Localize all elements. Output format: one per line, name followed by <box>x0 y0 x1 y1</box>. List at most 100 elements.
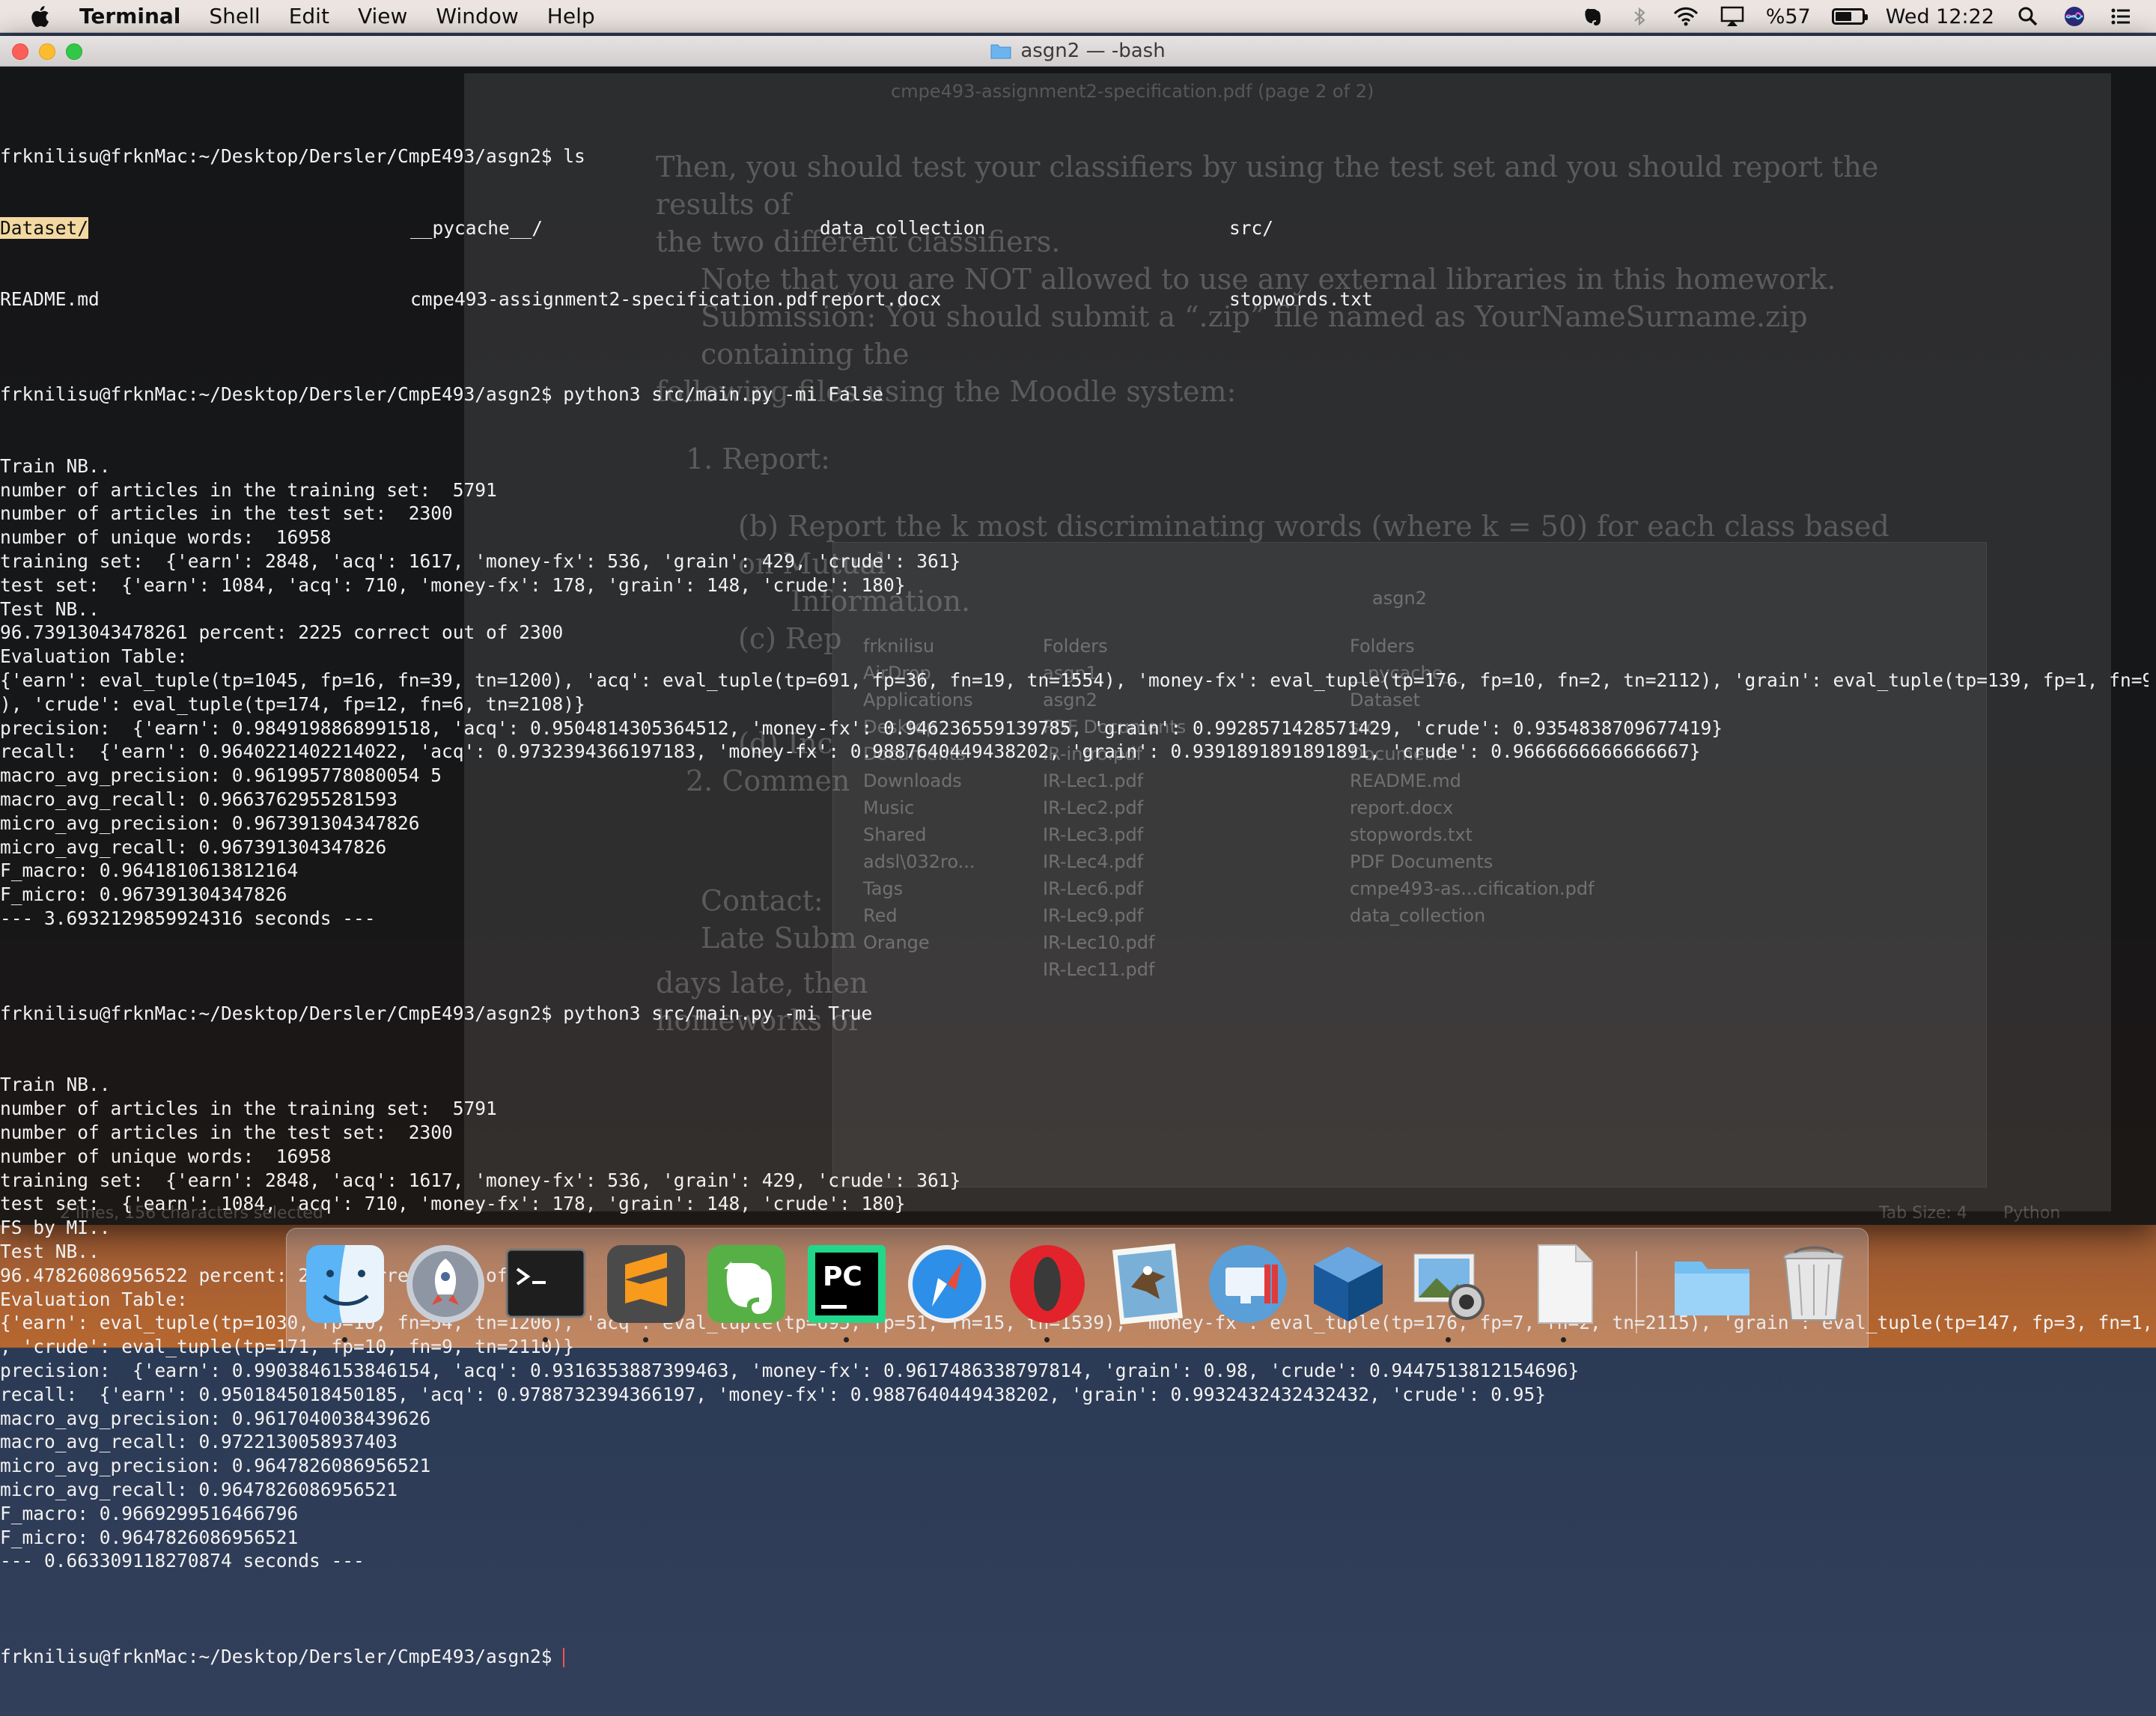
output-line: number of unique words: 16958 <box>0 526 332 549</box>
output-line: --- 0.663309118270874 seconds --- <box>0 1550 365 1572</box>
opera-icon[interactable] <box>1005 1242 1089 1342</box>
downloads-folder-icon[interactable] <box>1670 1242 1754 1326</box>
output-line: micro_avg_recall: 0.967391304347826 <box>0 836 387 858</box>
output-line: number of articles in the training set: … <box>0 1098 497 1120</box>
text-cursor <box>563 1647 565 1667</box>
command-text: python3 src/main.py -mi True <box>563 1002 873 1025</box>
finder-icon[interactable] <box>303 1242 387 1342</box>
migration-assistant-icon[interactable] <box>1206 1242 1290 1326</box>
safari-icon[interactable] <box>905 1242 989 1326</box>
command-line: frknilisu@frknMac:~/Desktop/Dersler/CmpE… <box>0 144 2149 168</box>
notification-center-icon[interactable] <box>2108 5 2134 28</box>
ls-output-row: Dataset/ __pycache__/ data_collection sr… <box>0 216 2149 240</box>
pycharm-label: PC <box>823 1262 862 1292</box>
preview-eagle-icon[interactable] <box>1106 1242 1190 1326</box>
output-line: training set: {'earn': 2848, 'acq': 1617… <box>0 550 961 572</box>
command-line: frknilisu@frknMac:~/Desktop/Dersler/CmpE… <box>0 383 2149 407</box>
command-text: python3 src/main.py -mi False <box>563 383 884 406</box>
output-line: macro_avg_recall: 0.9722130058937403 <box>0 1431 398 1453</box>
prompt: frknilisu@frknMac:~/Desktop/Dersler/CmpE… <box>0 1645 564 1667</box>
output-line: F_macro: 0.9641810613812164 <box>0 859 299 882</box>
status-tab-size: Tab Size: 4 <box>1879 1204 1967 1223</box>
sublime-text-icon[interactable] <box>604 1242 688 1342</box>
evernote-icon[interactable] <box>1580 5 1606 28</box>
virtualbox-icon[interactable] <box>1306 1242 1390 1326</box>
app-menu-terminal[interactable]: Terminal <box>79 4 180 28</box>
dock: PC <box>286 1228 1869 1348</box>
output-line: micro_avg_precision: 0.9647826086956521 <box>0 1455 431 1477</box>
output-line: F_micro: 0.9647826086956521 <box>0 1526 299 1548</box>
output-line: F_micro: 0.967391304347826 <box>0 883 287 906</box>
launchpad-icon[interactable] <box>404 1242 487 1326</box>
background-status-bar: 2 lines, 156 characters selected Tab Siz… <box>0 1204 2156 1225</box>
siri-icon[interactable] <box>2062 5 2087 28</box>
document-icon[interactable] <box>1522 1242 1606 1342</box>
output-line: number of articles in the test set: 2300 <box>0 1122 453 1144</box>
output-line: {'earn': eval_tuple(tp=1045, fp=16, fn=3… <box>0 669 2149 691</box>
active-prompt-line[interactable]: frknilisu@frknMac:~/Desktop/Dersler/CmpE… <box>0 1645 2149 1669</box>
ls-entry: __pycache__/ <box>410 216 543 239</box>
output-line: Evaluation Table: <box>0 645 188 668</box>
output-line: macro_avg_precision: 0.961995778080054 5 <box>0 764 442 787</box>
bluetooth-icon[interactable] <box>1627 5 1652 28</box>
pycharm-icon[interactable]: PC <box>805 1242 889 1342</box>
output-line: number of articles in the training set: … <box>0 478 497 501</box>
ls-entry: src/ <box>1229 216 1274 239</box>
prompt: frknilisu@frknMac:~/Desktop/Dersler/CmpE… <box>0 145 564 168</box>
prompt: frknilisu@frknMac:~/Desktop/Dersler/CmpE… <box>0 383 564 406</box>
running-indicator <box>1044 1337 1050 1342</box>
minimize-window-button[interactable] <box>39 43 55 60</box>
output-line: Test NB.. <box>0 597 100 620</box>
ls-entry: cmpe493-assignment2-specification.pdf <box>410 288 819 311</box>
terminal-output[interactable]: frknilisu@frknMac:~/Desktop/Dersler/CmpE… <box>0 73 2149 1716</box>
output-line: micro_avg_recall: 0.9647826086956521 <box>0 1479 398 1501</box>
output-line: number of unique words: 16958 <box>0 1145 332 1167</box>
window-titlebar[interactable]: asgn2 — -bash <box>0 36 2156 67</box>
evernote-icon[interactable] <box>704 1242 788 1326</box>
ls-entry: README.md <box>0 288 100 311</box>
output-line: --- 3.6932129859924316 seconds --- <box>0 907 376 929</box>
menu-help[interactable]: Help <box>547 4 595 28</box>
running-indicator <box>543 1337 548 1342</box>
run-output-mi-false: Train NB.. number of articles in the trai… <box>0 454 2149 931</box>
ls-entry: data_collection <box>820 216 986 239</box>
running-indicator <box>342 1337 347 1342</box>
fullscreen-window-button[interactable] <box>66 43 82 60</box>
ls-output-row: README.md cmpe493-assignment2-specificat… <box>0 287 2149 311</box>
running-indicator <box>844 1337 849 1342</box>
output-line: precision: {'earn': 0.9903846153846154, … <box>0 1360 1580 1382</box>
apple-icon[interactable] <box>30 5 49 28</box>
close-window-button[interactable] <box>12 43 28 60</box>
ls-entry-dataset: Dataset/ <box>0 216 89 239</box>
output-line: Train NB.. <box>0 1074 111 1096</box>
output-line: precision: {'earn': 0.9849198868991518, … <box>0 716 1723 739</box>
ls-entry: stopwords.txt <box>1229 288 1373 311</box>
clock[interactable]: Wed 12:22 <box>1886 5 1994 28</box>
output-line: macro_avg_recall: 0.9663762955281593 <box>0 788 398 810</box>
battery-percent[interactable]: %57 <box>1766 5 1811 28</box>
output-line: test set: {'earn': 1084, 'acq': 710, 'mo… <box>0 573 906 596</box>
output-line: micro_avg_precision: 0.967391304347826 <box>0 812 420 834</box>
output-line: recall: {'earn': 0.9640221402214022, 'ac… <box>0 740 1701 763</box>
menu-edit[interactable]: Edit <box>289 4 329 28</box>
output-line: Train NB.. <box>0 454 111 477</box>
terminal-icon[interactable] <box>504 1242 588 1342</box>
output-line: ), 'crude': eval_tuple(tp=174, fp=12, fn… <box>0 693 585 715</box>
folder-icon <box>990 44 1011 59</box>
wifi-icon[interactable] <box>1673 5 1699 28</box>
terminal-window[interactable]: asgn2 — -bash cmpe493-assignment2-specif… <box>0 36 2156 1667</box>
command-line: frknilisu@frknMac:~/Desktop/Dersler/CmpE… <box>0 1002 2149 1026</box>
window-title: asgn2 — -bash <box>990 40 1166 62</box>
airplay-icon[interactable] <box>1720 5 1745 28</box>
menu-shell[interactable]: Shell <box>209 4 260 28</box>
image-capture-icon[interactable] <box>1407 1242 1490 1342</box>
menu-window[interactable]: Window <box>436 4 518 28</box>
menu-view[interactable]: View <box>358 4 407 28</box>
menu-bar: Terminal Shell Edit View Window Help %57… <box>0 0 2156 33</box>
window-title-text: asgn2 — -bash <box>1020 40 1166 62</box>
spotlight-icon[interactable] <box>2015 5 2041 28</box>
running-indicator <box>1446 1337 1451 1342</box>
trash-icon[interactable] <box>1772 1242 1856 1326</box>
battery-icon[interactable] <box>1831 8 1868 25</box>
running-indicator <box>643 1337 648 1342</box>
